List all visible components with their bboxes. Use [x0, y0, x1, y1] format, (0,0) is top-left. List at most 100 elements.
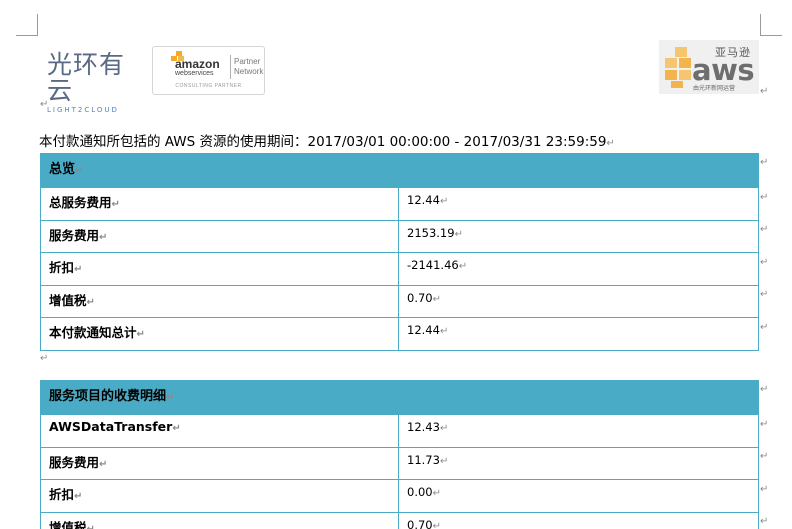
- row-label: 增值税: [49, 292, 87, 308]
- row-end-mark: ↵: [760, 451, 769, 462]
- aws-logo-sub: 由光环新网运营: [693, 85, 736, 92]
- paragraph-mark: ↵: [99, 231, 108, 243]
- row-label-cell: AWSDataTransfer↵: [40, 414, 399, 448]
- row-value: 11.73: [407, 452, 440, 467]
- row-end-mark: ↵: [760, 322, 769, 333]
- row-value: 0.00: [407, 485, 433, 499]
- row-label: 总服务费用: [49, 195, 112, 210]
- row-value-cell: -2141.46↵: [398, 252, 759, 286]
- crop-mark-top-right: [760, 14, 782, 36]
- row-label: 折扣: [49, 487, 75, 502]
- row-value: 0.70: [407, 290, 433, 305]
- paragraph-mark: ↵: [40, 353, 49, 364]
- apn-partner-text: Partner Network: [234, 57, 263, 77]
- row-value: -2141.46: [407, 258, 459, 272]
- row-end-mark: ↵: [760, 384, 769, 395]
- paragraph-mark: ↵: [432, 520, 441, 529]
- row-label: 增值税: [49, 519, 87, 529]
- row-value: 2153.19: [407, 225, 455, 240]
- row-label: 服务费用: [49, 454, 100, 470]
- row-label-cell: 服务费用↵: [40, 219, 399, 253]
- row-value-cell: 0.00↵: [398, 479, 759, 513]
- row-label-cell: 本付款通知总计↵: [40, 317, 399, 351]
- detail-table-header: 服务项目的收费明细↵: [40, 380, 759, 415]
- row-value-cell: 11.73↵: [398, 446, 759, 480]
- row-end-mark: ↵: [760, 224, 769, 235]
- paragraph-mark: ↵: [74, 491, 83, 502]
- paragraph-mark: ↵: [454, 228, 463, 240]
- table-row: 总服务费用↵ 12.44↵: [40, 187, 759, 221]
- row-value-cell: 0.70↵: [398, 511, 759, 529]
- row-label-cell: 折扣↵: [40, 252, 399, 286]
- paragraph-mark: ↵: [75, 165, 84, 176]
- row-value: 12.44: [407, 193, 440, 207]
- paragraph-mark: ↵: [86, 296, 95, 308]
- row-value: 0.70: [407, 517, 433, 529]
- row-label: 本付款通知总计: [49, 325, 137, 340]
- apn-amazon-text: amazon: [175, 57, 220, 71]
- paragraph-mark: ↵: [432, 488, 441, 499]
- row-value-cell: 12.44↵: [398, 187, 759, 221]
- row-label-cell: 折扣↵: [40, 479, 399, 513]
- table-row: 服务费用↵ 2153.19↵: [40, 219, 759, 253]
- aws-partner-network-logo: amazon webservices Partner Network CONSU…: [152, 46, 265, 95]
- row-end-mark: ↵: [760, 289, 769, 300]
- paragraph-mark: ↵: [439, 423, 449, 434]
- crop-mark-top-left: [16, 14, 38, 36]
- row-value-cell: 2153.19↵: [398, 219, 759, 253]
- paragraph-mark: ↵: [432, 293, 441, 305]
- row-end-mark: ↵: [760, 516, 769, 527]
- paragraph-mark: ↵: [40, 99, 49, 110]
- row-label-cell: 增值税↵: [40, 284, 399, 318]
- table-row: 本付款通知总计↵ 12.44↵: [40, 317, 759, 351]
- row-label: 折扣: [49, 260, 75, 275]
- table-row: 增值税↵ 0.70↵: [40, 284, 759, 318]
- lightcloud-logo-cn: 光环有云: [47, 50, 126, 105]
- row-end-mark: ↵: [760, 257, 769, 268]
- paragraph-mark: ↵: [74, 264, 83, 275]
- summary-table-header: 总览↵: [40, 153, 759, 188]
- row-label: AWSDataTransfer: [49, 419, 173, 434]
- row-value: 12.44: [407, 323, 440, 337]
- table-row: AWSDataTransfer↵ 12.43↵: [40, 414, 759, 448]
- row-value-cell: 12.43↵: [398, 414, 759, 448]
- row-end-mark: ↵: [760, 157, 769, 168]
- detail-title-text: 服务项目的收费明细: [49, 389, 167, 404]
- usage-period-value: 本付款通知所包括的 AWS 资源的使用期间：2017/03/01 00:00:0…: [39, 134, 607, 150]
- row-end-mark: ↵: [760, 192, 769, 203]
- lightcloud-logo-en: LIGHT2CLOUD: [47, 106, 119, 114]
- paragraph-mark: ↵: [760, 86, 769, 97]
- table-row: 增值税↵ 0.70↵: [40, 511, 759, 529]
- paragraph-mark: ↵: [606, 138, 615, 149]
- detail-table-title: 服务项目的收费明细↵: [40, 380, 759, 415]
- row-label: 服务费用: [49, 227, 100, 243]
- apn-divider: [230, 55, 231, 79]
- paragraph-mark: ↵: [111, 199, 120, 210]
- row-end-mark: ↵: [760, 484, 769, 495]
- paragraph-mark: ↵: [166, 392, 175, 403]
- apn-partner-line1: Partner: [234, 57, 261, 66]
- row-label-cell: 总服务费用↵: [40, 187, 399, 221]
- row-label-cell: 服务费用↵: [40, 446, 399, 480]
- apn-consulting-text: CONSULTING PARTNER: [175, 83, 242, 89]
- summary-title-text: 总览: [49, 162, 76, 177]
- summary-table: 总览↵ 总服务费用↵ 12.44↵ 服务费用↵ 2153.19↵ 折扣↵ -21…: [40, 153, 759, 351]
- paragraph-mark: ↵: [439, 326, 449, 337]
- paragraph-mark: ↵: [458, 261, 468, 272]
- paragraph-mark: ↵: [439, 196, 449, 207]
- row-value-cell: 12.44↵: [398, 317, 759, 351]
- apn-partner-line2: Network: [234, 67, 264, 76]
- usage-period-text: 本付款通知所包括的 AWS 资源的使用期间：2017/03/01 00:00:0…: [39, 130, 615, 150]
- summary-table-title: 总览↵: [40, 153, 759, 188]
- paragraph-mark: ↵: [136, 329, 145, 340]
- row-label-cell: 增值税↵: [40, 511, 399, 529]
- row-end-mark: ↵: [760, 419, 769, 430]
- paragraph-mark: ↵: [86, 523, 95, 529]
- aws-china-logo: 亚马逊 aws 由光环新网运营: [659, 40, 759, 94]
- table-row: 折扣↵ -2141.46↵: [40, 252, 759, 286]
- table-row: 折扣↵ 0.00↵: [40, 479, 759, 513]
- paragraph-mark: ↵: [99, 458, 108, 470]
- aws-logo-word: aws: [692, 53, 755, 87]
- table-row: 服务费用↵ 11.73↵: [40, 446, 759, 480]
- row-value-cell: 0.70↵: [398, 284, 759, 318]
